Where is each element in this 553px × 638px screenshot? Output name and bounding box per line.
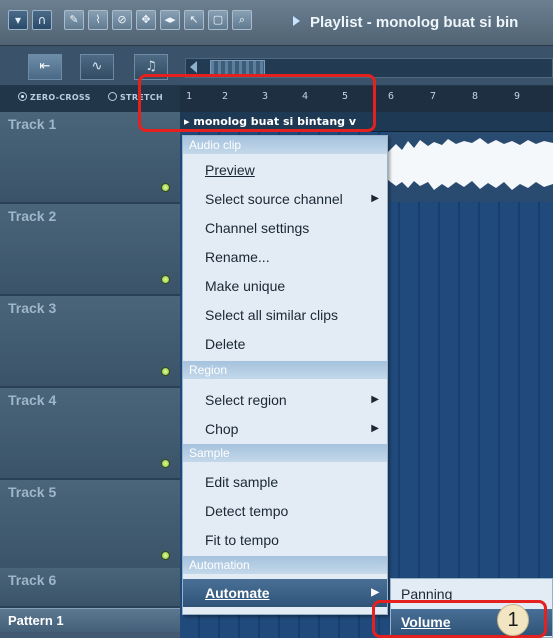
audio-waveform[interactable] (388, 132, 553, 202)
window-title: Playlist - monolog buat si bin (310, 14, 519, 31)
menu-item-label: Automate (205, 585, 270, 601)
menu-item-label: Select region (205, 392, 287, 408)
ruler-highlight-box (138, 74, 376, 132)
menu-item-make-unique[interactable]: Make unique (183, 272, 387, 300)
slice-icon[interactable]: ◂▸ (160, 10, 180, 30)
menu-item-rename[interactable]: Rename... (183, 243, 387, 271)
pencil-icon[interactable]: ✎ (64, 10, 84, 30)
zero-cross-label: ZERO-CROSS (30, 93, 91, 102)
track-row[interactable]: Track 5 (0, 480, 180, 572)
track-label: Track 4 (8, 392, 57, 408)
menu-item-label: Fit to tempo (205, 532, 279, 548)
menu-item-select-region[interactable]: Select region ▶ (183, 386, 387, 414)
slip-icon[interactable]: ✥ (136, 10, 156, 30)
menu-item-channel-settings[interactable]: Channel settings (183, 214, 387, 242)
track-led-icon[interactable] (161, 275, 170, 284)
track-row[interactable]: Track 3 (0, 296, 180, 388)
menu-section-audio-clip: Audio clip (183, 136, 387, 154)
track-label: Track 6 (8, 572, 57, 588)
menu-section-sample: Sample (183, 444, 387, 462)
submenu-arrow-icon: ▶ (371, 193, 379, 204)
step-callout-badge: 1 (497, 604, 529, 636)
track-label: Track 3 (8, 300, 57, 316)
pattern-item[interactable]: Pattern 1 (0, 608, 180, 632)
menu-item-edit-sample[interactable]: Edit sample (183, 468, 387, 496)
menu-item-label: Rename... (205, 249, 270, 265)
menu-item-label: Select source channel (205, 191, 343, 207)
menu-item-label: Edit sample (205, 474, 279, 490)
menu-item-delete[interactable]: Delete (183, 330, 387, 358)
ruler-tick: 8 (472, 91, 479, 102)
menu-item-label: Detect tempo (205, 503, 289, 519)
automation-tab-icon[interactable]: ∿ (80, 54, 114, 80)
select-box-icon[interactable]: ▢ (208, 10, 228, 30)
scroll-left-icon[interactable] (190, 61, 197, 73)
playlist-window: ▾ ∩ ✎ ⌇ ⊘ ✥ ◂▸ ↖ ▢ ⌕ Playlist - monolog … (0, 0, 553, 638)
ruler-tick: 9 (514, 91, 521, 102)
track-label: Track 5 (8, 484, 57, 500)
menu-item-label: Chop (205, 421, 239, 437)
track-label: Track 1 (8, 116, 57, 132)
context-menu: Audio clip Preview Select source channel… (182, 135, 388, 615)
track-row[interactable]: Track 2 (0, 204, 180, 296)
menu-item-label: Delete (205, 336, 246, 352)
menu-item-automate[interactable]: Automate ▶ (183, 579, 387, 607)
submenu-arrow-icon: ▶ (371, 423, 379, 434)
waveform-graphic (388, 132, 553, 202)
zero-cross-option[interactable]: ZERO-CROSS (18, 92, 91, 102)
menu-item-detect-tempo[interactable]: Detect tempo (183, 497, 387, 525)
track-led-icon[interactable] (161, 367, 170, 376)
track-label: Track 2 (8, 208, 57, 224)
track-led-icon[interactable] (161, 551, 170, 560)
stretch-radio-icon[interactable] (108, 92, 117, 101)
mute-icon[interactable]: ⊘ (112, 10, 132, 30)
menu-arrow-icon[interactable]: ▾ (8, 10, 28, 30)
track-led-icon[interactable] (161, 459, 170, 468)
menu-item-chop[interactable]: Chop ▶ (183, 415, 387, 443)
menu-item-label: Make unique (205, 278, 286, 294)
menu-item-preview[interactable]: Preview (183, 156, 387, 184)
zero-cross-radio-icon[interactable] (18, 92, 27, 101)
magnet-icon[interactable]: ∩ (32, 10, 52, 30)
menu-item-label: Channel settings (205, 220, 310, 236)
pattern-label: Pattern 1 (8, 613, 64, 628)
menu-section-automation: Automation (183, 556, 387, 574)
track-row[interactable]: Track 4 (0, 388, 180, 480)
menu-item-select-source-channel[interactable]: Select source channel ▶ (183, 185, 387, 213)
submenu-arrow-icon: ▶ (371, 394, 379, 405)
ruler-tick: 7 (430, 91, 437, 102)
title-bar: ▾ ∩ ✎ ⌇ ⊘ ✥ ◂▸ ↖ ▢ ⌕ Playlist - monolog … (0, 0, 553, 46)
menu-item-fit-to-tempo[interactable]: Fit to tempo (183, 526, 387, 554)
zoom-icon[interactable]: ⌕ (232, 10, 252, 30)
menu-item-label: Preview (205, 162, 255, 178)
select-icon[interactable]: ↖ (184, 10, 204, 30)
menu-item-select-all-similar[interactable]: Select all similar clips (183, 301, 387, 329)
menu-section-region: Region (183, 361, 387, 379)
menu-item-label: Select all similar clips (205, 307, 339, 323)
audio-tab-icon[interactable]: ⇤ (28, 54, 62, 80)
title-arrow-icon (293, 16, 300, 26)
brush-icon[interactable]: ⌇ (88, 10, 108, 30)
track-led-icon[interactable] (161, 183, 170, 192)
track-row[interactable]: Track 6 (0, 568, 180, 608)
ruler-tick: 6 (388, 91, 395, 102)
track-list: Track 1 Track 2 Track 3 Track 4 Track 5 … (0, 112, 180, 638)
